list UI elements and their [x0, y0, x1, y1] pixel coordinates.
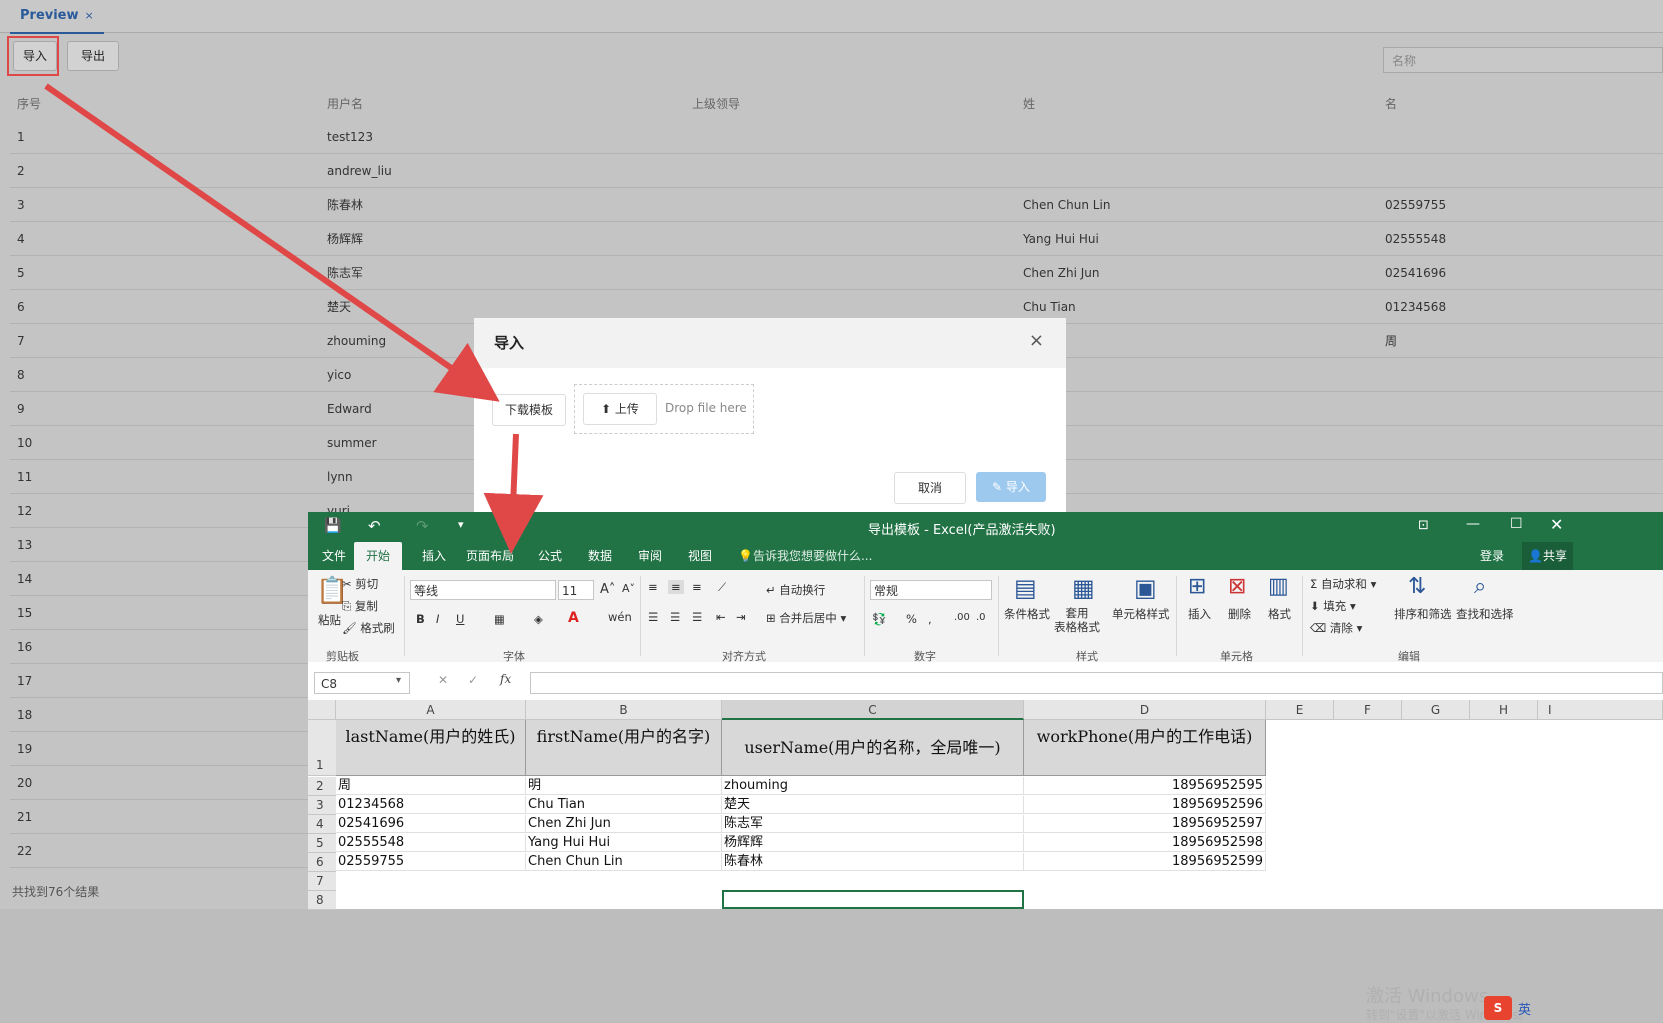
annotation-arrows — [44, 83, 544, 554]
arrow-to-excel — [483, 433, 544, 554]
arrow-to-dialog — [44, 83, 500, 402]
activation-watermark: 激活 Windows — [1366, 986, 1489, 1007]
ime-language[interactable]: 英 — [1518, 999, 1531, 1018]
ime-logo-icon[interactable]: S — [1484, 996, 1512, 1020]
